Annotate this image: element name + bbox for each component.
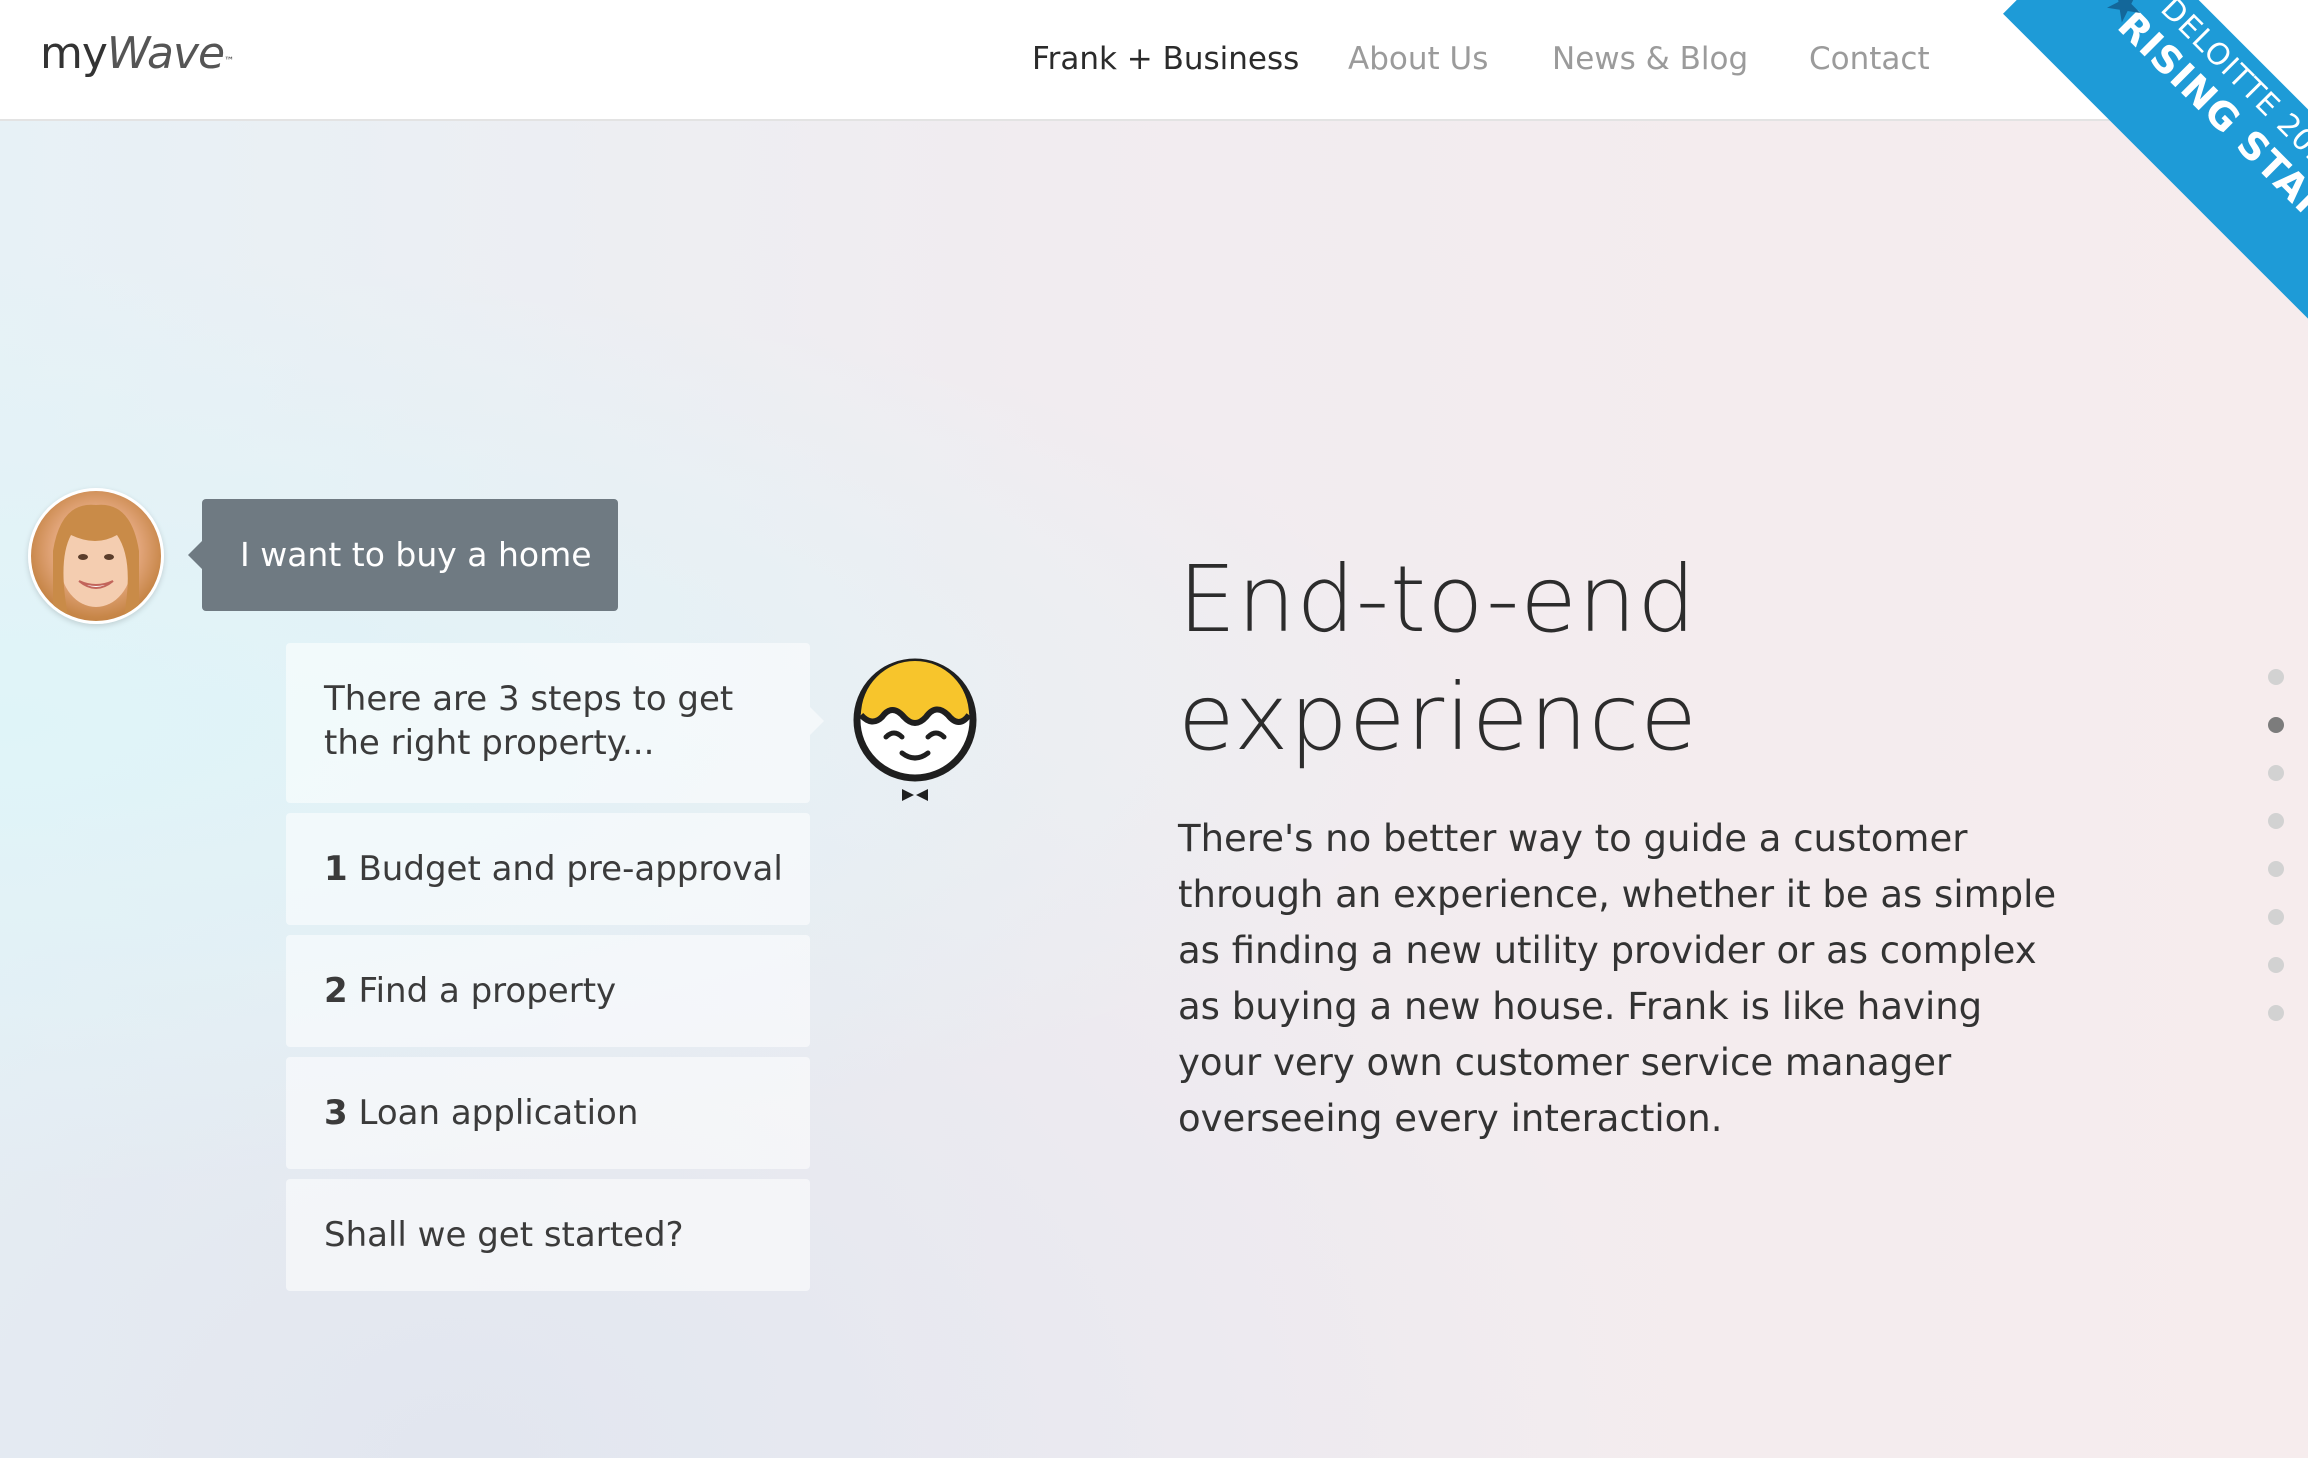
frank-bot-icon [852,657,978,807]
section-body: There's no better way to guide a custome… [1178,817,2057,1140]
user-avatar [28,488,164,624]
step-card[interactable]: 3 Loan application [286,1057,810,1169]
pager-dot[interactable] [2268,765,2284,781]
logo-main: Wave [106,28,225,79]
nav-frank-business[interactable]: Frank + Business [1032,34,1299,84]
section-heading: End-to-end experience [1178,541,2078,777]
award-ribbon-band: ★ ★ DELOITTE 2015 RISING STAR [2003,0,2308,339]
get-started-text: Shall we get started? [324,1215,684,1255]
pager-dot[interactable] [2268,957,2284,973]
hero-section: I want to buy a home There are 3 steps t… [0,121,2308,1458]
pager-dot[interactable] [2268,909,2284,925]
heading-line2: experience [1178,664,1698,771]
mywave-logo[interactable]: myWave™ [40,24,234,84]
user-message-bubble: I want to buy a home [188,499,618,611]
step-card[interactable]: 2 Find a property [286,935,810,1047]
bot-intro-text: There are 3 steps to get the right prope… [324,679,734,763]
pager-dot[interactable] [2268,813,2284,829]
get-started-card[interactable]: Shall we get started? [286,1179,810,1291]
pager-dot-active[interactable] [2268,717,2284,733]
pager-dot[interactable] [2268,1005,2284,1021]
step-number: 1 [324,849,348,889]
ribbon-line1: DELOITTE 2015 [2153,0,2308,189]
site-header: myWave™ Frank + Business About Us News &… [0,0,2308,121]
nav-contact[interactable]: Contact [1809,34,1930,84]
step-number: 2 [324,971,348,1011]
nav-news-blog[interactable]: News & Blog [1552,34,1748,84]
step-text: Find a property [358,971,617,1011]
step-text: Budget and pre-approval [358,849,783,889]
nav-about-us[interactable]: About Us [1348,34,1488,84]
pager-dot[interactable] [2268,669,2284,685]
pager-dot[interactable] [2268,861,2284,877]
bot-intro-card: There are 3 steps to get the right prope… [286,643,824,803]
award-ribbon[interactable]: ★ ★ DELOITTE 2015 RISING STAR [1968,0,2308,360]
logo-prefix: my [40,28,108,79]
ribbon-line2: RISING STAR [2109,2,2308,233]
step-number: 3 [324,1093,348,1133]
heading-line1: End-to-end [1178,546,1697,653]
step-card[interactable]: 1 Budget and pre-approval [286,813,810,925]
logo-trademark: ™ [224,56,234,67]
step-text: Loan application [358,1093,639,1133]
